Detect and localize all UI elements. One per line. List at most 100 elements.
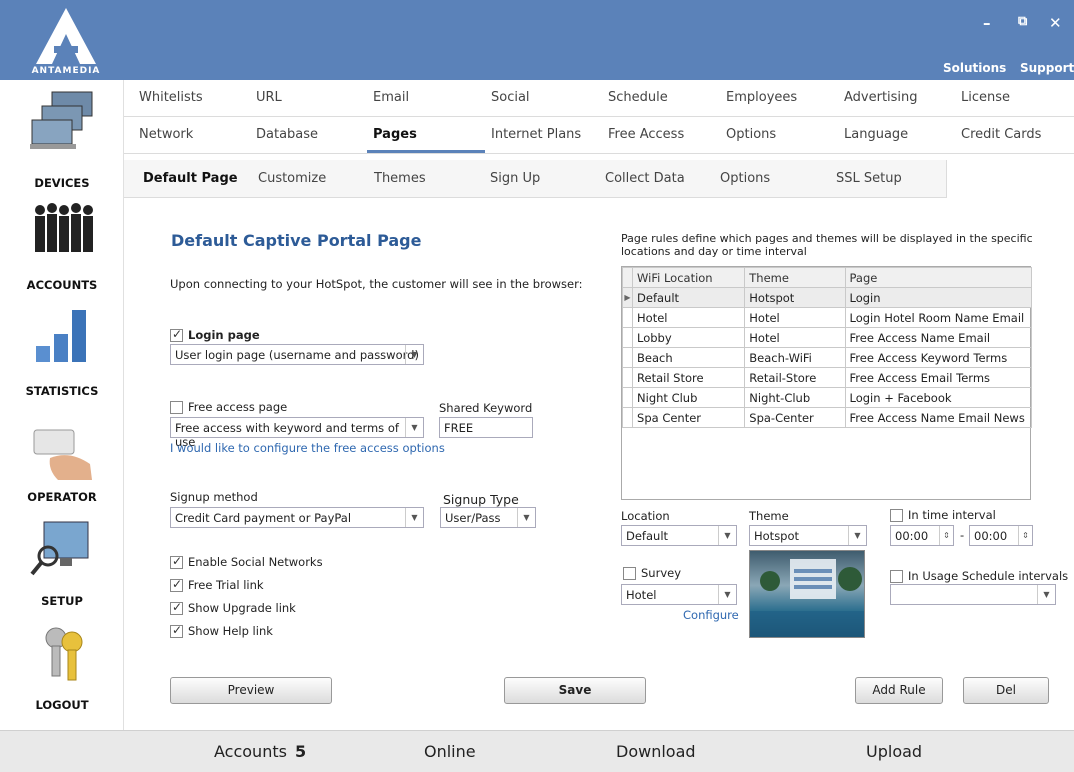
signup-type-label: Signup Type xyxy=(443,492,519,507)
theme-select[interactable]: Hotspot ▼ xyxy=(749,525,867,546)
table-row[interactable]: Hotel Hotel Login Hotel Room Name Email xyxy=(621,307,1033,328)
theme-preview-thumbnail[interactable] xyxy=(749,550,865,638)
nav-item-whitelists[interactable]: Whitelists xyxy=(139,90,203,105)
free-trial-checkbox[interactable] xyxy=(170,577,183,592)
nav-item-database[interactable]: Database xyxy=(256,127,318,142)
sidebar-item-setup[interactable]: SETUP xyxy=(0,510,124,616)
cell-page: Login xyxy=(844,287,1033,308)
del-button[interactable]: Del xyxy=(963,677,1049,704)
nav-item-network[interactable]: Network xyxy=(139,127,193,142)
subtab-themes[interactable]: Themes xyxy=(374,171,426,186)
survey-checkbox[interactable] xyxy=(623,567,636,580)
cell-location: Default xyxy=(632,287,746,308)
table-row[interactable]: Spa Center Spa-Center Free Access Name E… xyxy=(621,407,1033,428)
nav-item-language[interactable]: Language xyxy=(844,127,908,142)
time-interval-checkbox[interactable] xyxy=(890,509,903,522)
accounts-count: 5 xyxy=(294,742,307,761)
intro-text: Upon connecting to your HotSpot, the cus… xyxy=(170,277,583,291)
sidebar-item-logout[interactable]: LOGOUT xyxy=(0,616,124,722)
time-from-spinner[interactable]: 00:00 ⇕ xyxy=(890,525,954,546)
time-separator: - xyxy=(960,528,965,542)
accounts-status: Accounts 5 xyxy=(214,742,306,761)
show-upgrade-label: Show Upgrade link xyxy=(188,601,296,615)
login-page-select[interactable]: User login page (username and password) … xyxy=(170,344,424,365)
table-row[interactable]: Lobby Hotel Free Access Name Email xyxy=(621,327,1033,348)
nav-item-internet-plans[interactable]: Internet Plans xyxy=(491,127,581,142)
table-row[interactable]: Retail Store Retail-Store Free Access Em… xyxy=(621,367,1033,388)
usage-schedule-checkbox[interactable] xyxy=(890,570,903,583)
column-header-wifi-location[interactable]: WiFi Location xyxy=(632,267,746,288)
configure-link[interactable]: Configure xyxy=(683,608,739,622)
cell-theme: Spa-Center xyxy=(744,407,846,428)
chevron-down-icon: ▼ xyxy=(517,508,535,527)
table-row[interactable]: ▶ Default Hotspot Login xyxy=(621,287,1033,308)
table-row[interactable]: Beach Beach-WiFi Free Access Keyword Ter… xyxy=(621,347,1033,368)
restore-icon[interactable]: ⧉ xyxy=(1018,14,1027,29)
nav-item-credit-cards[interactable]: Credit Cards xyxy=(961,127,1041,142)
free-access-options-link[interactable]: I would like to configure the free acces… xyxy=(170,441,445,455)
nav-item-options[interactable]: Options xyxy=(726,127,776,142)
rules-grid: WiFi Location Theme Page ▶ Default Hotsp… xyxy=(621,266,1033,500)
enable-social-checkbox[interactable] xyxy=(170,554,183,569)
signup-type-select[interactable]: User/Pass ▼ xyxy=(440,507,536,528)
signup-method-label: Signup method xyxy=(170,490,258,504)
location-select[interactable]: Default ▼ xyxy=(621,525,737,546)
login-page-checkbox[interactable] xyxy=(170,327,183,342)
chevron-down-icon: ▼ xyxy=(718,585,736,604)
accounts-label: Accounts xyxy=(214,742,287,761)
cell-theme: Night-Club xyxy=(744,387,846,408)
nav-item-license[interactable]: License xyxy=(961,90,1010,105)
sidebar-label-logout: LOGOUT xyxy=(35,698,89,712)
save-button[interactable]: Save xyxy=(504,677,646,704)
nav-item-free-access[interactable]: Free Access xyxy=(608,127,684,142)
nav-item-employees[interactable]: Employees xyxy=(726,90,797,105)
nav-item-email[interactable]: Email xyxy=(373,90,409,105)
free-access-checkbox[interactable] xyxy=(170,401,183,414)
add-rule-button[interactable]: Add Rule xyxy=(855,677,943,704)
sidebar-item-statistics[interactable]: STATISTICS xyxy=(0,298,124,404)
minimize-icon[interactable]: – xyxy=(983,14,991,32)
sidebar-item-devices[interactable]: DEVICES xyxy=(0,86,124,192)
solutions-link[interactable]: Solutions xyxy=(943,61,1006,75)
show-help-checkbox[interactable] xyxy=(170,623,183,638)
nav-item-social[interactable]: Social xyxy=(491,90,530,105)
subtab-options[interactable]: Options xyxy=(720,171,770,186)
spinner-arrows-icon: ⇕ xyxy=(1018,526,1032,545)
column-header-page[interactable]: Page xyxy=(844,267,1033,288)
subtab-default-page[interactable]: Default Page xyxy=(143,171,238,186)
time-to-spinner[interactable]: 00:00 ⇕ xyxy=(969,525,1033,546)
logo-text: ANTAMEDIA xyxy=(31,66,101,76)
cell-location: Night Club xyxy=(632,387,746,408)
subtab-sign-up[interactable]: Sign Up xyxy=(490,171,540,186)
survey-select[interactable]: Hotel ▼ xyxy=(621,584,737,605)
column-header-theme[interactable]: Theme xyxy=(744,267,846,288)
subtab-ssl-setup[interactable]: SSL Setup xyxy=(836,171,902,186)
preview-button[interactable]: Preview xyxy=(170,677,332,704)
download-status: Download xyxy=(616,742,696,761)
table-row[interactable]: Night Club Night-Club Login + Facebook xyxy=(621,387,1033,408)
shared-keyword-input[interactable]: FREE xyxy=(439,417,533,438)
nav-item-advertising[interactable]: Advertising xyxy=(844,90,918,105)
survey-value: Hotel xyxy=(626,588,657,602)
hand-card-icon xyxy=(33,429,92,480)
sidebar-item-operator[interactable]: OPERATOR xyxy=(0,404,124,510)
signup-method-select[interactable]: Credit Card payment or PayPal ▼ xyxy=(170,507,424,528)
sidebar-label-devices: DEVICES xyxy=(34,176,90,190)
free-access-select[interactable]: Free access with keyword and terms of us… xyxy=(170,417,424,449)
usage-schedule-select[interactable]: ▼ xyxy=(890,584,1056,605)
time-to-value: 00:00 xyxy=(974,529,1008,543)
close-icon[interactable]: ✕ xyxy=(1049,14,1062,32)
show-upgrade-checkbox[interactable] xyxy=(170,600,183,615)
subtab-customize[interactable]: Customize xyxy=(258,171,326,186)
nav-item-url[interactable]: URL xyxy=(256,90,282,105)
cell-page: Free Access Name Email News xyxy=(844,407,1033,428)
nav-item-schedule[interactable]: Schedule xyxy=(608,90,668,105)
subtab-collect-data[interactable]: Collect Data xyxy=(605,171,685,186)
nav-item-pages[interactable]: Pages xyxy=(373,127,417,142)
sidebar-item-accounts[interactable]: ACCOUNTS xyxy=(0,192,124,298)
support-link[interactable]: Support xyxy=(1020,61,1074,75)
enable-social-label: Enable Social Networks xyxy=(188,555,323,569)
keys-icon xyxy=(45,627,83,681)
cell-theme: Hotspot xyxy=(744,287,846,308)
sidebar: DEVICES ACCOUNTS STATISTICS OPERATOR SET… xyxy=(0,80,124,730)
